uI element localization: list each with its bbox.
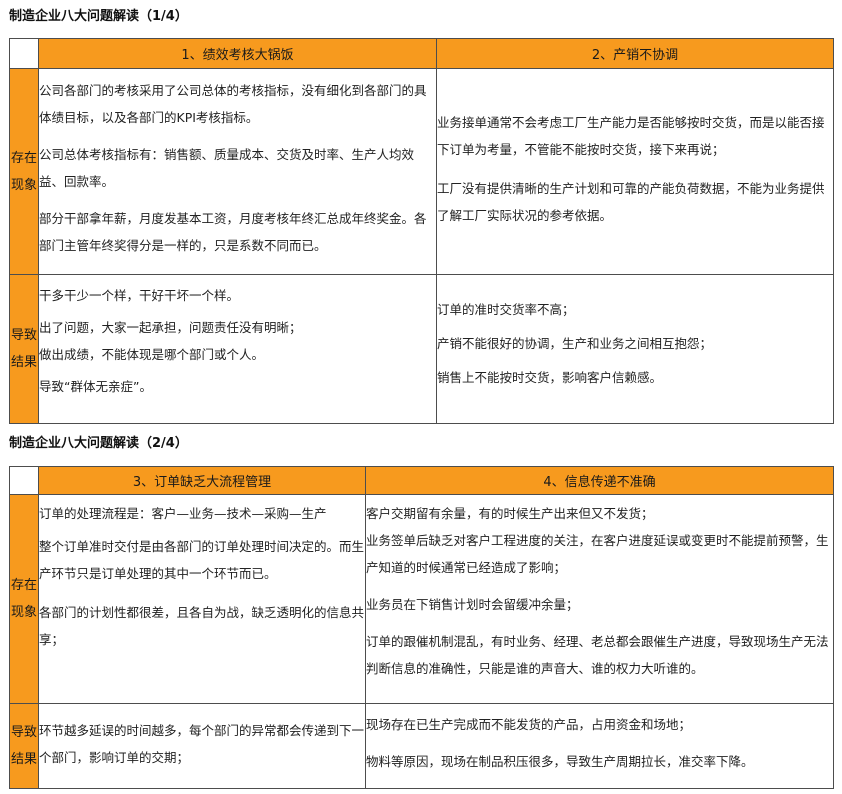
section-title: 制造企业八大问题解读（2/4） bbox=[9, 436, 188, 451]
problem-header: 3、订单缺乏大流程管理 bbox=[38, 466, 366, 495]
row-label: 导致结果 bbox=[9, 274, 39, 424]
content-cell: 订单的处理流程是：客户—业务—技术—采购—生产 整个订单准时交付是由各部门的订单… bbox=[38, 494, 366, 704]
paragraph: 工厂没有提供清晰的生产计划和可靠的产能负荷数据，不能为业务提供了解工厂实际状况的… bbox=[437, 181, 825, 223]
content-cell: 公司各部门的考核采用了公司总体的考核指标，没有细化到各部门的具体绩目标，以及各部… bbox=[38, 68, 437, 275]
paragraph: 产销不能很好的协调，生产和业务之间相互抱怨； bbox=[437, 336, 713, 351]
paragraph: 各部门的计划性都很差，且各自为战，缺乏透明化的信息共享； bbox=[39, 605, 365, 647]
paragraph: 业务签单后缺乏对客户工程进度的关注，在客户进度延误或变更时不能提前预警，生产知道… bbox=[366, 533, 829, 575]
paragraph: 业务员在下销售计划时会留缓冲余量； bbox=[366, 597, 579, 612]
paragraph: 公司总体考核指标有：销售额、质量成本、交货及时率、生产人均效益、回款率。 bbox=[39, 147, 415, 189]
content-cell: 干多干少一个样，干好干坏一个样。 出了问题，大家一起承担，问题责任没有明晰； 做… bbox=[38, 274, 437, 424]
result-row: 导致结果 干多干少一个样，干好干坏一个样。 出了问题，大家一起承担，问题责任没有… bbox=[9, 274, 834, 424]
problem-header: 1、绩效考核大锅饭 bbox=[38, 38, 437, 69]
problem-table: 3、订单缺乏大流程管理 4、信息传递不准确 存在现象 订单的处理流程是：客户—业… bbox=[9, 466, 834, 789]
paragraph: 业务接单通常不会考虑工厂生产能力是否能够按时交货，而是以能否接下订单为考量，不管… bbox=[437, 115, 825, 157]
header-row: 3、订单缺乏大流程管理 4、信息传递不准确 bbox=[9, 466, 834, 495]
problem-table: 1、绩效考核大锅饭 2、产销不协调 存在现象 公司各部门的考核采用了公司总体的考… bbox=[9, 38, 834, 424]
paragraph: 订单的处理流程是：客户—业务—技术—采购—生产 bbox=[39, 506, 327, 521]
row-label: 导致结果 bbox=[9, 703, 39, 789]
section-title: 制造企业八大问题解读（1/4） bbox=[9, 9, 188, 24]
corner-cell bbox=[9, 38, 39, 69]
paragraph: 销售上不能按时交货，影响客户信赖感。 bbox=[437, 370, 663, 385]
paragraph: 导致“群体无亲症”。 bbox=[39, 379, 152, 394]
paragraph: 订单的跟催机制混乱，有时业务、经理、老总都会跟催生产进度，导致现场生产无法判断信… bbox=[366, 634, 829, 676]
phenomenon-row: 存在现象 公司各部门的考核采用了公司总体的考核指标，没有细化到各部门的具体绩目标… bbox=[9, 68, 834, 275]
corner-cell bbox=[9, 466, 39, 495]
paragraph: 现场存在已生产完成而不能发货的产品，占用资金和场地； bbox=[366, 717, 692, 732]
content-cell: 环节越多延误的时间越多，每个部门的异常都会传递到下一个部门，影响订单的交期； bbox=[38, 703, 366, 789]
paragraph: 做出成绩，不能体现是哪个部门或个人。 bbox=[39, 347, 265, 362]
paragraph: 干多干少一个样，干好干坏一个样。 bbox=[39, 288, 240, 303]
paragraph: 环节越多延误的时间越多，每个部门的异常都会传递到下一个部门，影响订单的交期； bbox=[39, 723, 365, 765]
phenomenon-row: 存在现象 订单的处理流程是：客户—业务—技术—采购—生产 整个订单准时交付是由各… bbox=[9, 494, 834, 704]
problem-header: 2、产销不协调 bbox=[436, 38, 834, 69]
content-cell: 业务接单通常不会考虑工厂生产能力是否能够按时交货，而是以能否接下订单为考量，不管… bbox=[436, 68, 834, 275]
result-row: 导致结果 环节越多延误的时间越多，每个部门的异常都会传递到下一个部门，影响订单的… bbox=[9, 703, 834, 789]
row-label: 存在现象 bbox=[9, 494, 39, 704]
problem-header: 4、信息传递不准确 bbox=[365, 466, 834, 495]
content-cell: 订单的准时交货率不高； 产销不能很好的协调，生产和业务之间相互抱怨； 销售上不能… bbox=[436, 274, 834, 424]
paragraph: 物料等原因，现场在制品积压很多，导致生产周期拉长，准交率下降。 bbox=[366, 754, 754, 769]
paragraph: 出了问题，大家一起承担，问题责任没有明晰； bbox=[39, 320, 302, 335]
paragraph: 订单的准时交货率不高； bbox=[437, 302, 575, 317]
paragraph: 客户交期留有余量，有的时候生产出来但又不发货； bbox=[366, 506, 654, 521]
header-row: 1、绩效考核大锅饭 2、产销不协调 bbox=[9, 38, 834, 69]
paragraph: 部分干部拿年薪，月度发基本工资，月度考核年终汇总成年终奖金。各部门主管年终奖得分… bbox=[39, 211, 427, 253]
row-label: 存在现象 bbox=[9, 68, 39, 275]
content-cell: 现场存在已生产完成而不能发货的产品，占用资金和场地； 物料等原因，现场在制品积压… bbox=[365, 703, 834, 789]
content-cell: 客户交期留有余量，有的时候生产出来但又不发货； 业务签单后缺乏对客户工程进度的关… bbox=[365, 494, 834, 704]
paragraph: 整个订单准时交付是由各部门的订单处理时间决定的。而生产环节只是订单处理的其中一个… bbox=[39, 539, 365, 581]
paragraph: 公司各部门的考核采用了公司总体的考核指标，没有细化到各部门的具体绩目标，以及各部… bbox=[39, 83, 427, 125]
